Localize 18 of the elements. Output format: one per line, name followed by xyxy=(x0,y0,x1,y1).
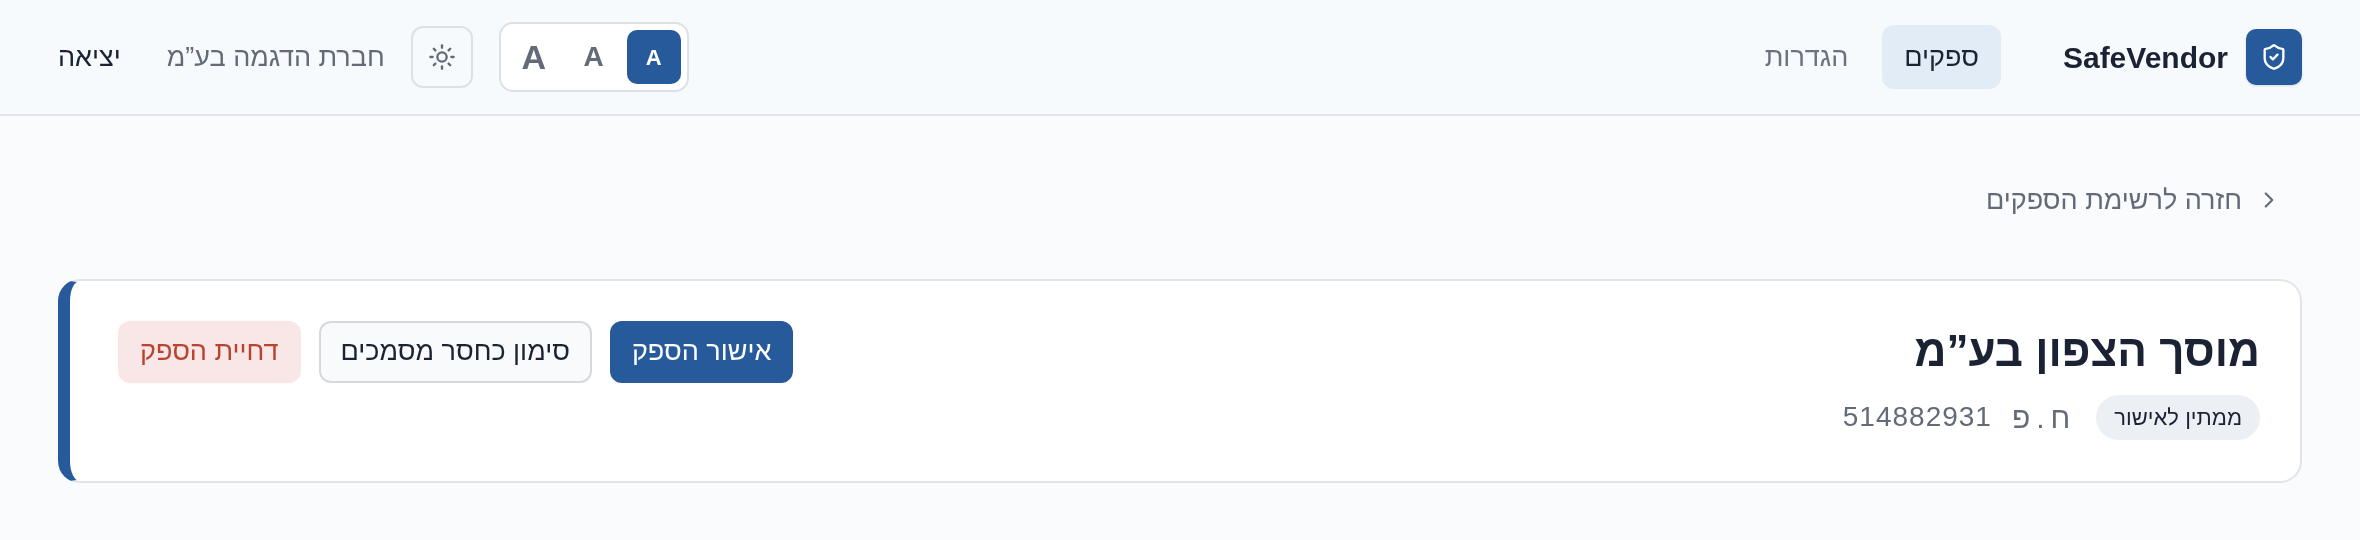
back-link[interactable]: חזרה לרשימת הספקים xyxy=(1985,180,2282,221)
company-id: 514882931 xyxy=(1842,400,1992,434)
action-button[interactable]: דחיית הספק xyxy=(118,320,301,383)
status-badge: ממתין לאישור xyxy=(2096,394,2260,440)
sun-icon xyxy=(427,43,456,71)
company-name: חברת הדגמה בע”מ xyxy=(166,40,385,74)
nav-tab[interactable]: ספקים xyxy=(1882,25,2001,89)
font-size-button[interactable]: A xyxy=(566,30,621,84)
brand-name: SafeVendor xyxy=(2062,39,2228,76)
theme-toggle-button[interactable] xyxy=(410,26,473,88)
font-size-button[interactable]: A xyxy=(506,30,561,84)
vendor-name: מוסך הצפון בע”מ xyxy=(1913,324,2260,377)
logout-button[interactable]: יציאה xyxy=(58,36,121,78)
nav-tab[interactable]: הגדרות xyxy=(1742,25,1871,89)
action-button[interactable]: אישור הספק xyxy=(609,320,794,383)
action-button[interactable]: סימון כחסר מסמכים xyxy=(318,320,592,383)
company-id-label: ח.פ xyxy=(2011,399,2077,436)
font-size-button[interactable]: A xyxy=(626,30,681,84)
